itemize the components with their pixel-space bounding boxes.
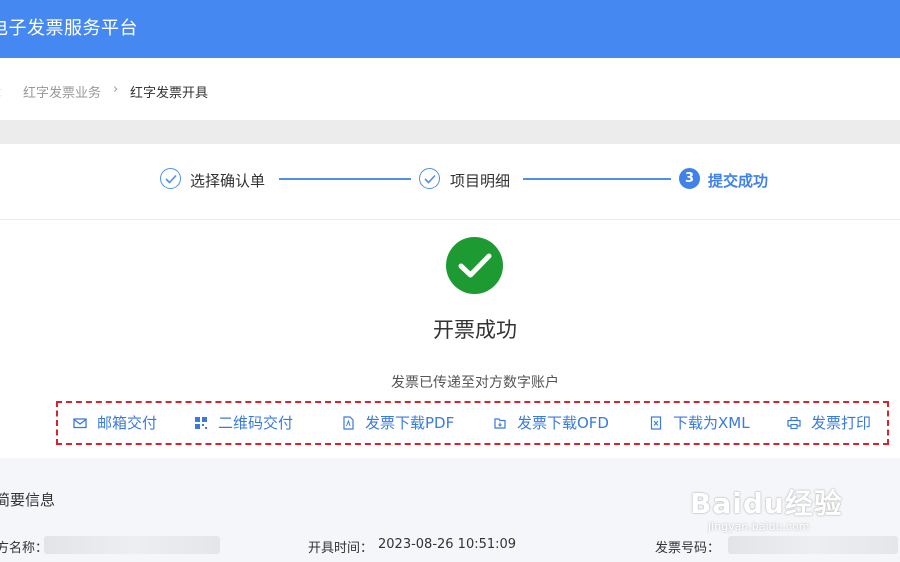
step-select-confirmation: 选择确认单: [190, 172, 266, 190]
download-ofd-button[interactable]: 发票下载OFD: [493, 412, 609, 433]
printer-icon: [787, 416, 801, 430]
download-xml-button[interactable]: 下载为XML: [649, 412, 750, 433]
action-label: 邮箱交付: [97, 414, 158, 432]
step-submit-success: 提交成功: [708, 172, 769, 190]
print-invoice-button[interactable]: 发票打印: [787, 412, 871, 433]
chevron-right-icon: ›: [113, 82, 119, 97]
breadcrumb-item-red-invoice-business[interactable]: 红字发票业务: [23, 82, 101, 101]
action-label: 发票打印: [811, 414, 872, 432]
step-connector: [279, 178, 411, 180]
divider-strip: [0, 120, 900, 144]
action-label: 下载为XML: [673, 414, 750, 432]
download-pdf-button[interactable]: 发票下载PDF: [341, 412, 454, 433]
issue-time-label: 开具时间：: [308, 541, 374, 556]
baidu-watermark-url: jingyan.baidu.com: [708, 520, 810, 533]
mail-icon: [73, 416, 87, 430]
step-connector: [523, 178, 671, 180]
breadcrumb-lead: ：: [0, 82, 9, 101]
check-circle-icon: [419, 168, 440, 189]
action-label: 二维码交付: [218, 414, 294, 432]
issue-time-value: 2023-08-26 10:51:09: [378, 537, 517, 552]
app-title: 电子发票服务平台: [0, 18, 138, 39]
qrcode-delivery-button[interactable]: 二维码交付: [194, 412, 293, 433]
success-check-icon: [446, 237, 503, 294]
baidu-watermark-logo: Baidu经验: [690, 487, 843, 520]
summary-title: 简要信息: [0, 491, 56, 509]
ofd-file-icon: [493, 416, 507, 430]
result-title: 开票成功: [433, 318, 517, 342]
invoice-number-label: 发票号码：: [655, 541, 721, 556]
result-subtitle: 发票已传递至对方数字账户: [391, 375, 559, 391]
pdf-file-icon: [341, 415, 355, 430]
invoice-number-value-redacted: [728, 536, 898, 554]
email-delivery-button[interactable]: 邮箱交付: [73, 412, 157, 433]
action-label: 发票下载PDF: [365, 414, 455, 432]
step-item-details: 项目明细: [450, 172, 511, 190]
check-circle-icon: [160, 168, 181, 189]
step-number-badge: 3: [679, 168, 700, 189]
buyer-name-value-redacted: [44, 536, 220, 554]
breadcrumb-item-red-invoice-issue: 红字发票开具: [130, 86, 209, 101]
xml-file-icon: [649, 415, 663, 430]
app-header: 电子发票服务平台: [0, 0, 900, 58]
qrcode-icon: [194, 416, 208, 430]
action-label: 发票下载OFD: [517, 414, 609, 432]
buyer-name-label: 方名称：: [0, 541, 49, 556]
delivery-actions-highlight: [56, 401, 889, 445]
